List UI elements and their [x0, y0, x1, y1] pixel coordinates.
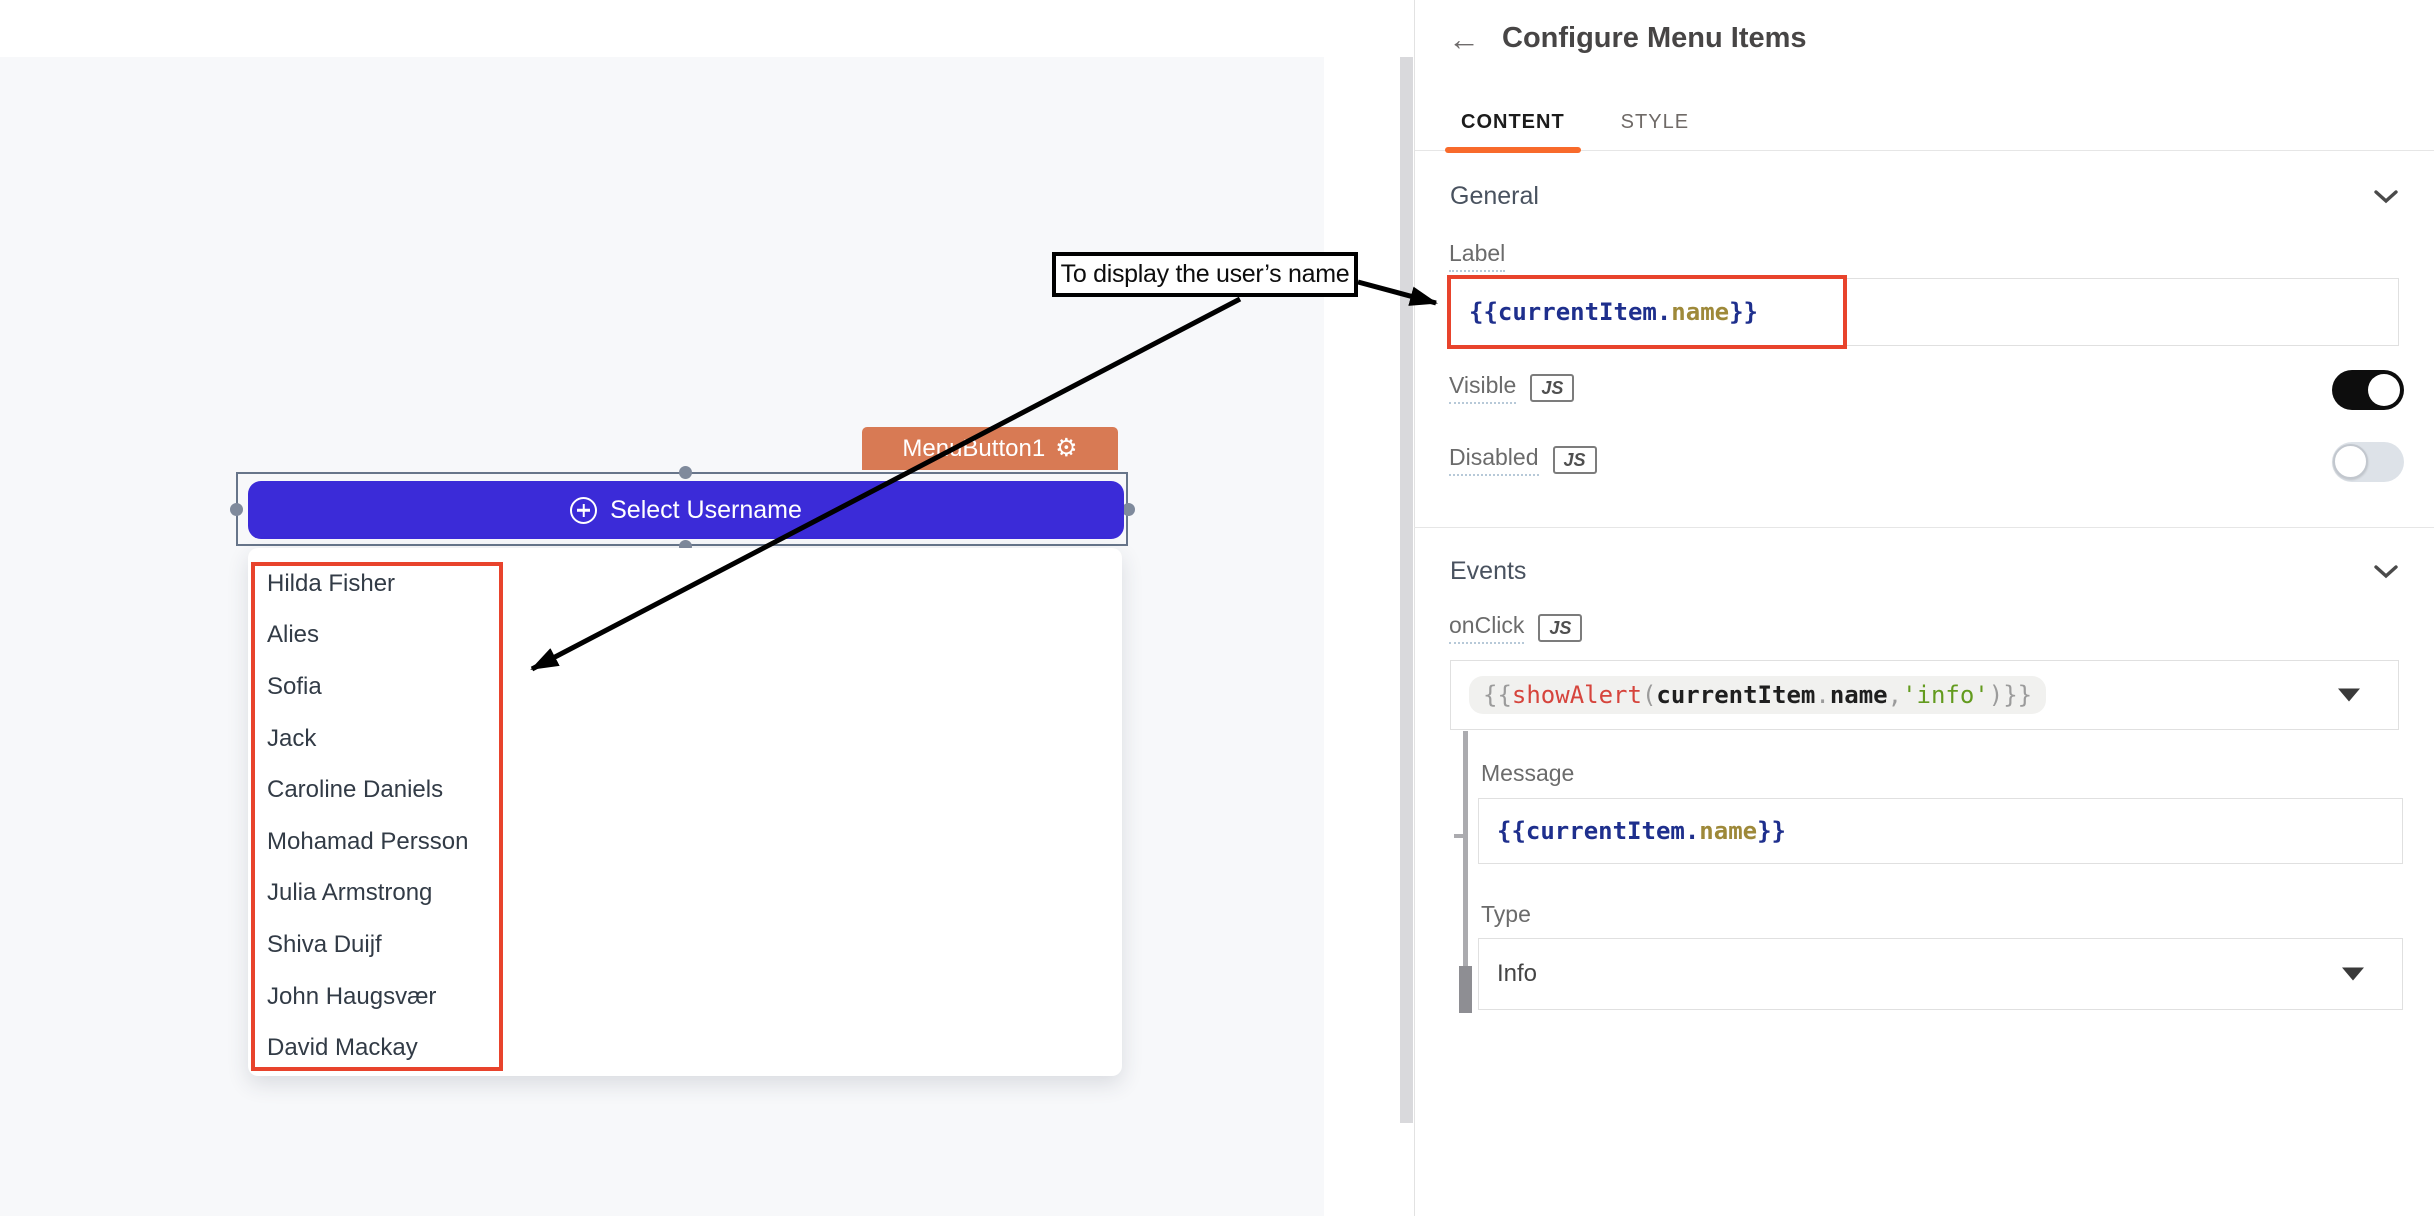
widget-name-tag[interactable]: MenuButton1 ⚙: [862, 427, 1118, 470]
resize-handle-left[interactable]: [230, 503, 243, 516]
back-arrow-icon[interactable]: ←: [1448, 23, 1480, 55]
menu-item[interactable]: Jack: [248, 713, 1122, 765]
label-input[interactable]: {{currentItem.name}}: [1450, 278, 2399, 346]
pane-title: Configure Menu Items: [1502, 22, 1807, 55]
app-root: MenuButton1 ⚙ Select Username Hilda Fish…: [0, 0, 2434, 1216]
type-select-value: Info: [1497, 960, 1537, 988]
menu-item[interactable]: Hilda Fisher: [248, 558, 1122, 610]
menu-item[interactable]: Caroline Daniels: [248, 764, 1122, 816]
menu-item[interactable]: Shiva Duijf: [248, 919, 1122, 971]
chevron-down-icon[interactable]: [2374, 190, 2398, 204]
onclick-js-toggle[interactable]: JS: [1538, 614, 1582, 642]
section-heading-general: General: [1450, 182, 1539, 211]
annotation-callout: To display the user’s name: [1052, 252, 1358, 297]
label-input-value: {{currentItem.name}}: [1469, 298, 1758, 326]
section-divider: [1414, 527, 2434, 528]
disabled-toggle[interactable]: [2332, 442, 2404, 482]
property-pane: ← Configure Menu Items CONTENT STYLE: [1414, 0, 2434, 1216]
widget-name-label: MenuButton1: [902, 435, 1045, 463]
menu-item[interactable]: Julia Armstrong: [248, 868, 1122, 920]
gear-icon[interactable]: ⚙: [1055, 436, 1077, 461]
type-label: Type: [1481, 901, 1531, 928]
disabled-label: Disabled: [1449, 444, 1539, 476]
onclick-action-select[interactable]: {{showAlert(currentItem.name,'info')}}: [1450, 660, 2399, 730]
menu-item[interactable]: David Mackay: [248, 1022, 1122, 1074]
onclick-action-value: {{showAlert(currentItem.name,'info')}}: [1469, 676, 2046, 714]
visible-toggle[interactable]: [2332, 370, 2404, 410]
disabled-js-toggle[interactable]: JS: [1553, 446, 1597, 474]
menu-dropdown: Hilda FisherAliesSofiaJackCaroline Danie…: [248, 548, 1122, 1076]
message-label: Message: [1481, 760, 1574, 787]
caret-down-icon: [2342, 968, 2364, 981]
visible-label: Visible: [1449, 372, 1516, 404]
canvas-scrollbar[interactable]: [1400, 57, 1413, 1123]
tab-content[interactable]: CONTENT: [1445, 111, 1581, 150]
tab-style[interactable]: STYLE: [1605, 111, 1705, 150]
nested-fields-scrollbar-thumb[interactable]: [1459, 966, 1472, 1013]
menu-item[interactable]: Mohamad Persson: [248, 816, 1122, 868]
resize-handle-top[interactable]: [679, 466, 692, 479]
menu-item[interactable]: John Haugsvær: [248, 971, 1122, 1023]
plus-circle-icon: [570, 497, 597, 524]
message-input[interactable]: {{currentItem.name}}: [1478, 798, 2403, 864]
menu-button-widget[interactable]: Select Username: [248, 481, 1124, 539]
chevron-down-icon[interactable]: [2374, 565, 2398, 579]
message-input-value: {{currentItem.name}}: [1497, 817, 1786, 845]
label-field-label: Label: [1449, 240, 1505, 272]
nested-fields-tick: [1454, 834, 1463, 838]
annotation-text: To display the user’s name: [1061, 260, 1350, 289]
menu-button-label: Select Username: [610, 496, 802, 525]
menu-item[interactable]: Sofia: [248, 661, 1122, 713]
visible-js-toggle[interactable]: JS: [1530, 374, 1574, 402]
type-select[interactable]: Info: [1478, 938, 2403, 1010]
section-heading-events: Events: [1450, 557, 1526, 586]
menu-item[interactable]: Alies: [248, 610, 1122, 662]
pane-tabs: CONTENT STYLE: [1415, 99, 2434, 151]
onclick-label: onClick: [1449, 612, 1524, 644]
caret-down-icon: [2338, 689, 2360, 702]
